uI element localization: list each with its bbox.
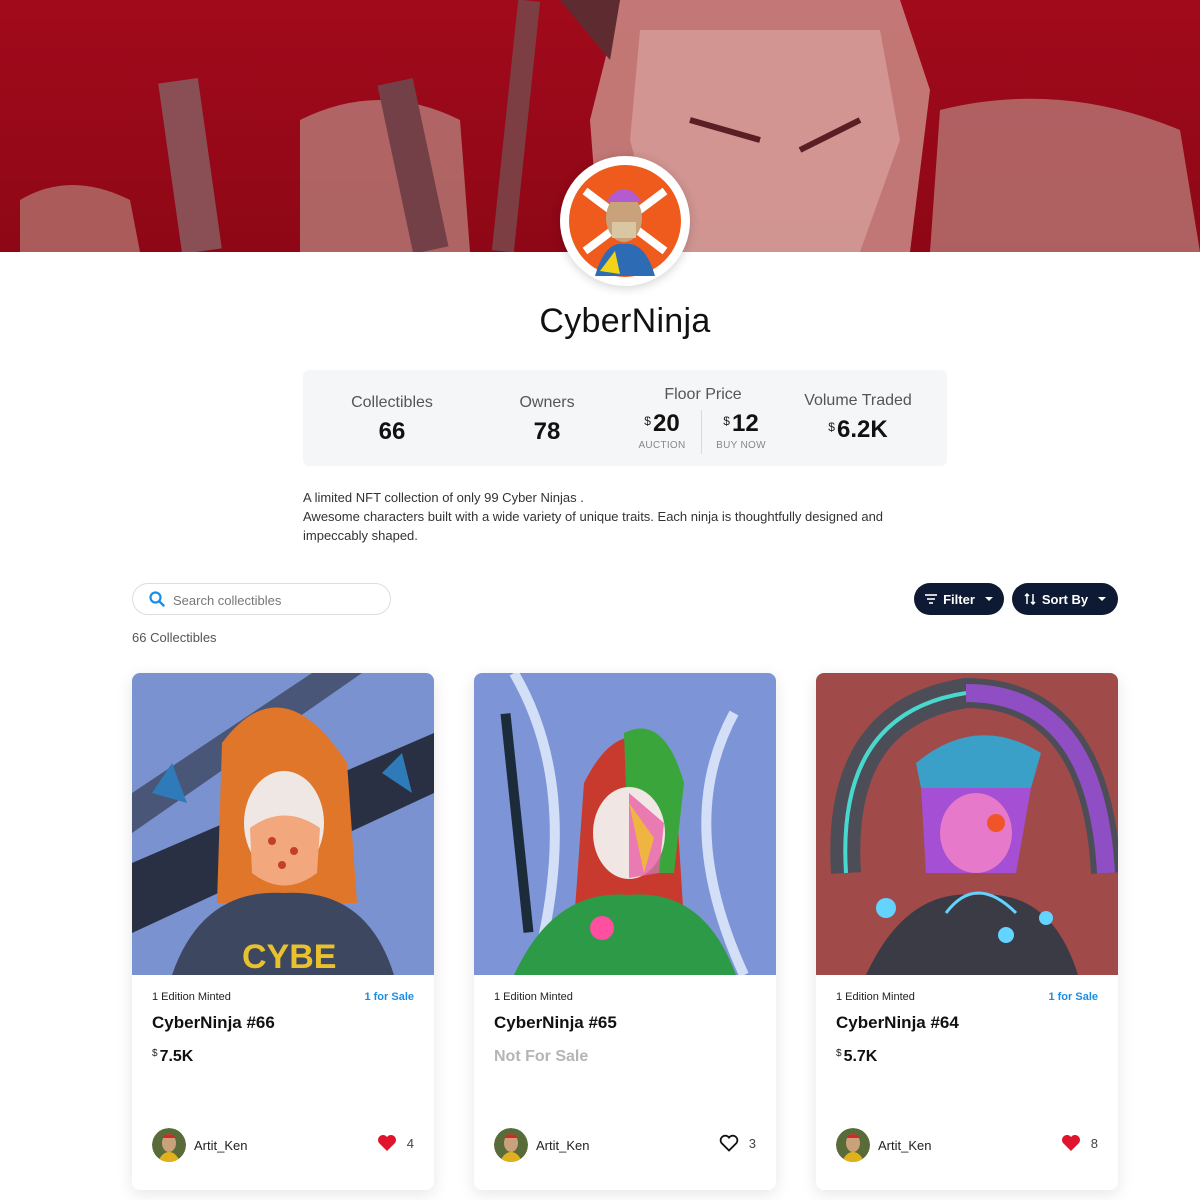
heart-outline-icon[interactable] [719, 1134, 739, 1152]
currency-symbol: $ [644, 414, 651, 428]
floor-auction-value: 20 [652, 410, 680, 437]
creator[interactable]: Artit_Ken [494, 1128, 589, 1162]
creator-name[interactable]: Artit_Ken [536, 1138, 589, 1153]
search-input[interactable] [173, 590, 373, 610]
sort-button[interactable]: Sort By [1012, 583, 1118, 615]
like-button[interactable]: 3 [719, 1134, 756, 1152]
collectible-price: $7.5K [152, 1048, 193, 1066]
volume-value: 6.2K [836, 416, 888, 443]
sort-label: Sort By [1041, 591, 1089, 607]
for-sale-badge: 1 for Sale [364, 991, 414, 1003]
stat-label: Owners [519, 394, 575, 411]
creator-name[interactable]: Artit_Ken [878, 1138, 931, 1153]
stat-label: Volume Traded [804, 392, 912, 409]
stat-collectibles: Collectibles 66 [323, 394, 461, 490]
creator[interactable]: Artit_Ken [152, 1128, 247, 1162]
collectible-card[interactable]: CYBE 1 Edition Minted 1 for Sale CyberNi… [132, 673, 434, 1190]
creator-name[interactable]: Artit_Ken [194, 1138, 247, 1153]
likes-count: 4 [406, 1135, 414, 1151]
svg-text:CYBE: CYBE [242, 938, 336, 975]
floor-auction: $20 AUCTION [622, 410, 702, 451]
currency-symbol: $ [152, 1048, 158, 1059]
price-value: 7.5K [159, 1048, 194, 1065]
edition-text: 1 Edition Minted [836, 991, 915, 1003]
for-sale-badge: 1 for Sale [1048, 991, 1098, 1003]
sort-icon [1024, 593, 1036, 605]
likes-count: 8 [1090, 1135, 1098, 1151]
heart-filled-icon[interactable] [377, 1134, 397, 1152]
edition-text: 1 Edition Minted [152, 991, 231, 1003]
edition-text: 1 Edition Minted [494, 991, 573, 1003]
collectible-name[interactable]: CyberNinja #64 [836, 1013, 959, 1033]
likes-count: 3 [748, 1135, 756, 1151]
chevron-down-icon [984, 597, 993, 601]
collection-stats: Collectibles 66 Owners 78 Floor Price $2… [303, 370, 947, 466]
floor-buynow-value: 12 [731, 410, 759, 437]
collection-avatar [560, 156, 690, 286]
stat-label: Collectibles [351, 394, 433, 411]
creator-avatar[interactable] [494, 1128, 528, 1162]
collectible-card[interactable]: 1 Edition Minted CyberNinja #65 Not For … [474, 673, 776, 1190]
description-line: A limited NFT collection of only 99 Cybe… [303, 490, 584, 505]
collectible-card[interactable]: 1 Edition Minted 1 for Sale CyberNinja #… [816, 673, 1118, 1190]
like-button[interactable]: 4 [377, 1134, 414, 1152]
collection-description: A limited NFT collection of only 99 Cybe… [303, 488, 923, 545]
collectible-artwork[interactable]: CYBE [132, 673, 434, 975]
search-box[interactable] [132, 583, 391, 615]
currency-symbol: $ [723, 414, 730, 428]
description-line: Awesome characters built with a wide var… [303, 509, 884, 543]
search-icon [149, 591, 165, 607]
price-value: 5.7K [843, 1048, 878, 1065]
collectible-name[interactable]: CyberNinja #66 [152, 1013, 275, 1033]
floor-auction-note: AUCTION [638, 440, 686, 451]
creator-avatar[interactable] [836, 1128, 870, 1162]
stat-value: 78 [533, 418, 561, 445]
stat-owners: Owners 78 [479, 394, 615, 490]
collectible-name[interactable]: CyberNinja #65 [494, 1013, 617, 1033]
chevron-down-icon [1098, 597, 1107, 601]
filter-icon [925, 594, 938, 604]
creator[interactable]: Artit_Ken [836, 1128, 931, 1162]
floor-buynow: $12 BUY NOW [701, 410, 781, 451]
filter-label: Filter [943, 591, 975, 607]
stat-value: 66 [378, 418, 406, 445]
stat-volume: Volume Traded $6.2K [789, 392, 927, 488]
collectible-artwork[interactable] [816, 673, 1118, 975]
currency-symbol: $ [828, 420, 835, 434]
collection-title: CyberNinja [539, 302, 711, 340]
collectible-artwork[interactable] [474, 673, 776, 975]
not-for-sale-text: Not For Sale [494, 1048, 589, 1065]
collectible-price: $5.7K [836, 1048, 877, 1066]
collectibles-count: 66 Collectibles [132, 630, 217, 645]
like-button[interactable]: 8 [1061, 1134, 1098, 1152]
creator-avatar[interactable] [152, 1128, 186, 1162]
currency-symbol: $ [836, 1048, 842, 1059]
stat-label: Floor Price [664, 386, 742, 403]
heart-filled-icon[interactable] [1061, 1134, 1081, 1152]
filter-button[interactable]: Filter [914, 583, 1004, 615]
floor-buynow-note: BUY NOW [716, 440, 766, 451]
